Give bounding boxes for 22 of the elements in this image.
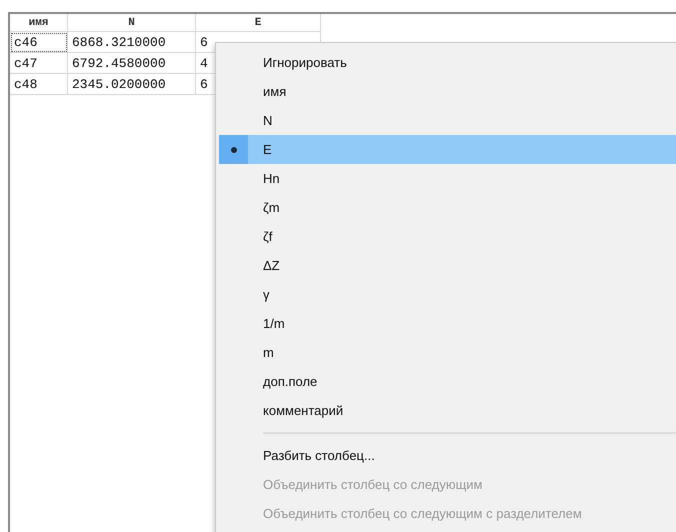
menu-item[interactable]: комментарий (219, 396, 676, 425)
menu-item[interactable]: ζf (219, 222, 676, 251)
menu-item[interactable]: ζm (219, 193, 676, 222)
column-header[interactable]: имя (10, 14, 68, 32)
menu-item[interactable]: m (219, 338, 676, 367)
table-cell: 6792.4580000 (68, 53, 196, 74)
table-cell: c46 (10, 32, 68, 53)
menu-item[interactable]: E (219, 135, 676, 164)
menu-item[interactable]: Hn (219, 164, 676, 193)
menu-item[interactable]: Разбить столбец... (219, 441, 676, 470)
menu-item[interactable]: γ (219, 280, 676, 309)
column-header[interactable]: E (196, 14, 321, 32)
table-cell: c48 (10, 74, 68, 95)
menu-item[interactable]: 1/m (219, 309, 676, 338)
table-cell: 6868.3210000 (68, 32, 196, 53)
bullet-icon (230, 146, 236, 152)
table-cell: c47 (10, 53, 68, 74)
menu-item[interactable]: доп.поле (219, 367, 676, 396)
menu-item[interactable]: ΔZ (219, 251, 676, 280)
column-header[interactable]: N (68, 14, 196, 32)
menu-item[interactable]: N (219, 106, 676, 135)
table-cell: 2345.0200000 (68, 74, 196, 95)
